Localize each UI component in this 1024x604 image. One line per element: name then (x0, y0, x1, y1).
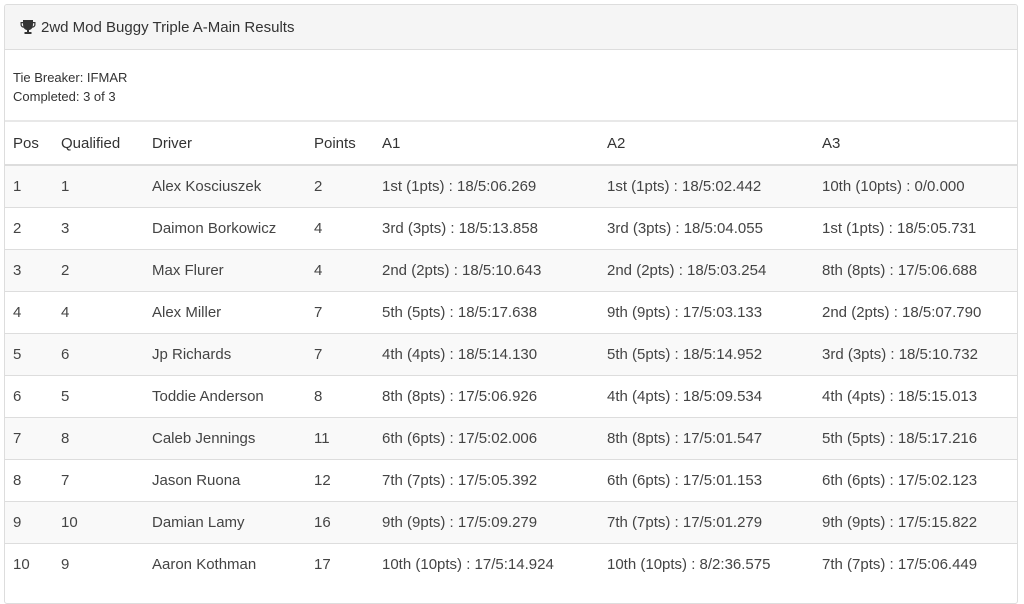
cell-pos: 7 (5, 417, 53, 460)
cell-a3: 3rd (3pts) : 18/5:10.732 (814, 333, 1017, 376)
cell-a3: 2nd (2pts) : 18/5:07.790 (814, 291, 1017, 334)
cell-pos: 2 (5, 207, 53, 250)
table-row: 5 6 Jp Richards 7 4th (4pts) : 18/5:14.130 5t… (5, 333, 1017, 376)
tie-breaker-text: Tie Breaker: IFMAR (13, 70, 128, 85)
results-panel: 2wd Mod Buggy Triple A-Main Results Tie … (4, 4, 1018, 604)
table-row: 6 5 Toddie Anderson 8 8th (8pts) : 17/5:06.9… (5, 375, 1017, 418)
cell-a2: 3rd (3pts) : 18/5:04.055 (599, 207, 814, 250)
column-header-a1[interactable]: A1 (374, 122, 599, 166)
cell-pos: 4 (5, 291, 53, 334)
cell-qualified: 9 (53, 543, 144, 585)
cell-driver: Max Flurer (144, 249, 306, 292)
table-row: 1 1 Alex Kosciuszek 2 1st (1pts) : 18/5:06.2… (5, 164, 1017, 208)
cell-points: 12 (306, 459, 374, 502)
cell-a3: 6th (6pts) : 17/5:02.123 (814, 459, 1017, 502)
cell-a3: 10th (10pts) : 0/0.000 (814, 164, 1017, 208)
cell-driver: Caleb Jennings (144, 417, 306, 460)
cell-driver: Daimon Borkowicz (144, 207, 306, 250)
table-row: 4 4 Alex Miller 7 5th (5pts) : 18/5:17.638 9t… (5, 291, 1017, 334)
trophy-icon (20, 19, 36, 35)
column-header-qualified[interactable]: Qualified (53, 122, 144, 166)
cell-a3: 9th (9pts) : 17/5:15.822 (814, 501, 1017, 544)
cell-a2: 9th (9pts) : 17/5:03.133 (599, 291, 814, 334)
cell-a1: 4th (4pts) : 18/5:14.130 (374, 333, 599, 376)
column-header-driver[interactable]: Driver (144, 122, 306, 166)
cell-qualified: 6 (53, 333, 144, 376)
results-table: Pos Qualified Driver Points A1 A2 A3 1 1 Alex Ko… (5, 122, 1017, 585)
cell-a3: 7th (7pts) : 17/5:06.449 (814, 543, 1017, 585)
cell-pos: 6 (5, 375, 53, 418)
cell-driver: Alex Kosciuszek (144, 164, 306, 208)
cell-a1: 2nd (2pts) : 18/5:10.643 (374, 249, 599, 292)
cell-a1: 5th (5pts) : 18/5:17.638 (374, 291, 599, 334)
cell-qualified: 7 (53, 459, 144, 502)
cell-driver: Jason Ruona (144, 459, 306, 502)
column-header-a3[interactable]: A3 (814, 122, 1017, 166)
table-row: 8 7 Jason Ruona 12 7th (7pts) : 17/5:05.392 6… (5, 459, 1017, 502)
cell-driver: Damian Lamy (144, 501, 306, 544)
cell-qualified: 8 (53, 417, 144, 460)
cell-points: 4 (306, 249, 374, 292)
column-header-points[interactable]: Points (306, 122, 374, 166)
cell-pos: 3 (5, 249, 53, 292)
panel-heading: 2wd Mod Buggy Triple A-Main Results (5, 5, 1017, 50)
cell-points: 8 (306, 375, 374, 418)
cell-a1: 9th (9pts) : 17/5:09.279 (374, 501, 599, 544)
cell-a1: 10th (10pts) : 17/5:14.924 (374, 543, 599, 585)
cell-a2: 1st (1pts) : 18/5:02.442 (599, 164, 814, 208)
cell-pos: 9 (5, 501, 53, 544)
cell-a3: 8th (8pts) : 17/5:06.688 (814, 249, 1017, 292)
cell-pos: 5 (5, 333, 53, 376)
cell-a1: 1st (1pts) : 18/5:06.269 (374, 164, 599, 208)
cell-points: 2 (306, 164, 374, 208)
cell-points: 7 (306, 291, 374, 334)
cell-a2: 10th (10pts) : 8/2:36.575 (599, 543, 814, 585)
cell-points: 17 (306, 543, 374, 585)
cell-qualified: 1 (53, 164, 144, 208)
cell-a1: 6th (6pts) : 17/5:02.006 (374, 417, 599, 460)
cell-points: 11 (306, 417, 374, 460)
completed-text: Completed: 3 of 3 (13, 89, 116, 104)
cell-a3: 5th (5pts) : 18/5:17.216 (814, 417, 1017, 460)
column-header-pos[interactable]: Pos (5, 122, 53, 166)
cell-driver: Alex Miller (144, 291, 306, 334)
panel-title: 2wd Mod Buggy Triple A-Main Results (41, 18, 295, 36)
cell-points: 4 (306, 207, 374, 250)
cell-qualified: 10 (53, 501, 144, 544)
cell-points: 16 (306, 501, 374, 544)
cell-qualified: 4 (53, 291, 144, 334)
cell-a1: 3rd (3pts) : 18/5:13.858 (374, 207, 599, 250)
table-row: 3 2 Max Flurer 4 2nd (2pts) : 18/5:10.643 2nd… (5, 249, 1017, 292)
table-header-row: Pos Qualified Driver Points A1 A2 A3 (5, 122, 1017, 166)
cell-points: 7 (306, 333, 374, 376)
cell-a3: 1st (1pts) : 18/5:05.731 (814, 207, 1017, 250)
table-row: 2 3 Daimon Borkowicz 4 3rd (3pts) : 18/5:13.… (5, 207, 1017, 250)
cell-a2: 6th (6pts) : 17/5:01.153 (599, 459, 814, 502)
cell-pos: 1 (5, 164, 53, 208)
cell-a1: 8th (8pts) : 17/5:06.926 (374, 375, 599, 418)
race-info: Tie Breaker: IFMAR Completed: 3 of 3 (5, 50, 1017, 122)
column-header-a2[interactable]: A2 (599, 122, 814, 166)
cell-pos: 8 (5, 459, 53, 502)
cell-qualified: 3 (53, 207, 144, 250)
table-row: 10 9 Aaron Kothman 17 10th (10pts) : 17/5:14… (5, 543, 1017, 585)
table-body: 1 1 Alex Kosciuszek 2 1st (1pts) : 18/5:06.2… (5, 164, 1017, 585)
cell-pos: 10 (5, 543, 53, 585)
cell-driver: Jp Richards (144, 333, 306, 376)
cell-a2: 5th (5pts) : 18/5:14.952 (599, 333, 814, 376)
cell-a2: 2nd (2pts) : 18/5:03.254 (599, 249, 814, 292)
cell-a1: 7th (7pts) : 17/5:05.392 (374, 459, 599, 502)
cell-qualified: 5 (53, 375, 144, 418)
table-row: 7 8 Caleb Jennings 11 6th (6pts) : 17/5:02.0… (5, 417, 1017, 460)
cell-qualified: 2 (53, 249, 144, 292)
cell-a2: 8th (8pts) : 17/5:01.547 (599, 417, 814, 460)
cell-driver: Aaron Kothman (144, 543, 306, 585)
table-row: 9 10 Damian Lamy 16 9th (9pts) : 17/5:09.279… (5, 501, 1017, 544)
cell-a3: 4th (4pts) : 18/5:15.013 (814, 375, 1017, 418)
cell-a2: 7th (7pts) : 17/5:01.279 (599, 501, 814, 544)
cell-driver: Toddie Anderson (144, 375, 306, 418)
cell-a2: 4th (4pts) : 18/5:09.534 (599, 375, 814, 418)
